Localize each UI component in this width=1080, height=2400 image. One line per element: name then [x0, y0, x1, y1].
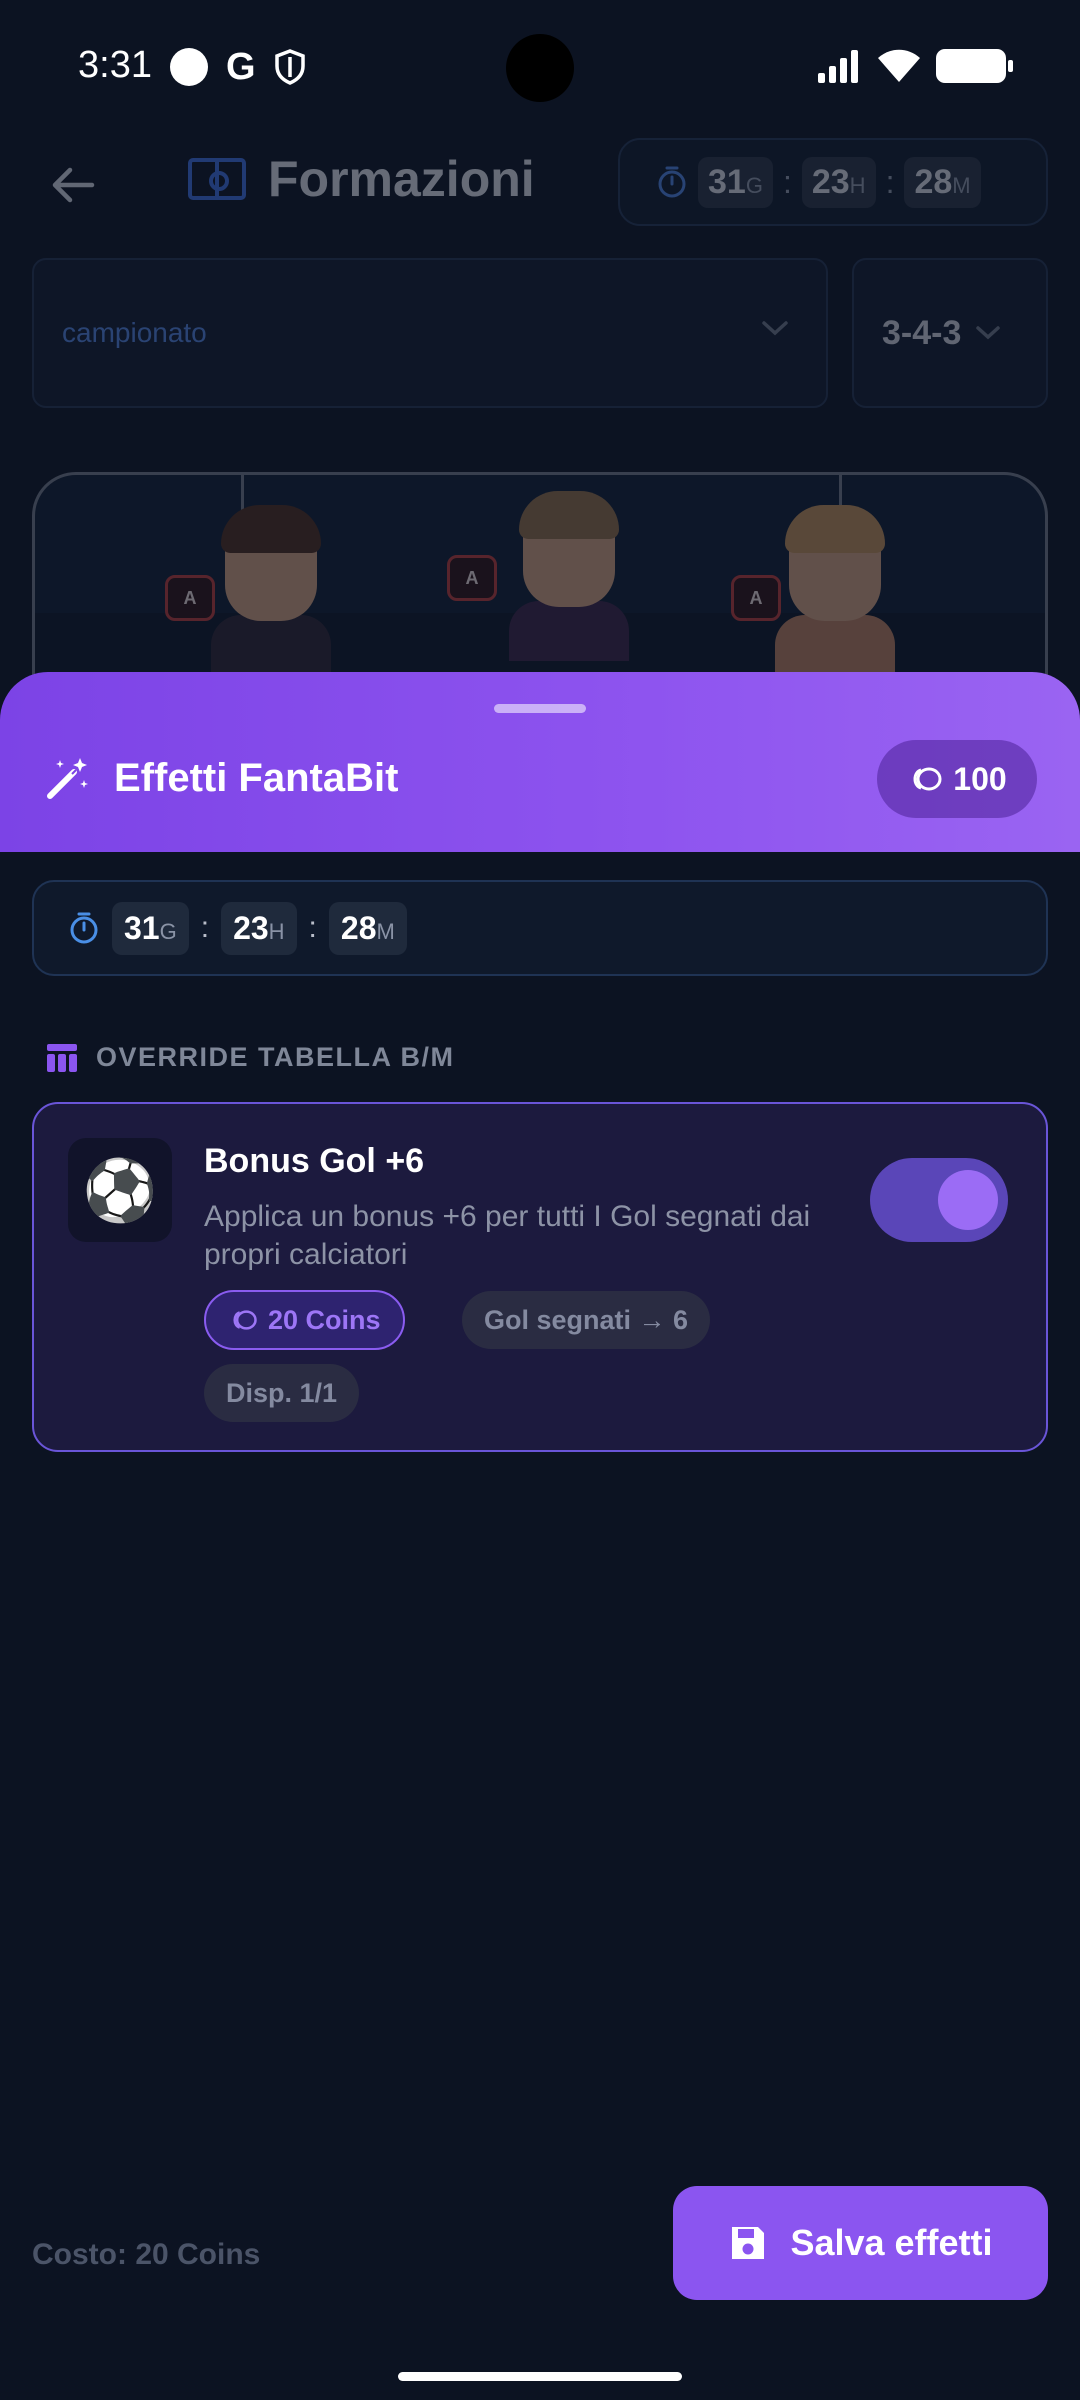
- signal-icon: [818, 50, 858, 83]
- wifi-icon: [878, 49, 920, 82]
- player-card[interactable]: [211, 505, 331, 675]
- league-select[interactable]: campionato: [32, 258, 828, 408]
- soccer-ball-icon: ⚽: [68, 1138, 172, 1242]
- save-effects-label: Salva effetti: [790, 2222, 993, 2263]
- home-indicator[interactable]: [398, 2372, 682, 2381]
- formation-select-value: 3-4-3: [882, 313, 962, 352]
- status-time: 3:31: [78, 44, 152, 86]
- coins-icon: [233, 1310, 257, 1330]
- camera-cutout: [506, 34, 574, 102]
- effect-title: Bonus Gol +6: [204, 1142, 425, 1180]
- table-icon: [47, 1043, 77, 1072]
- toggle-knob: [938, 1170, 998, 1230]
- coin-balance-value: 100: [953, 760, 1007, 797]
- shield-icon: [274, 49, 305, 85]
- chevron-down-icon: [976, 326, 1001, 340]
- deadline-countdown: 31G : 23H : 28M: [618, 138, 1048, 226]
- effect-description: Applica un bonus +6 per tutti I Gol segn…: [204, 1200, 811, 1271]
- coins-icon: [913, 767, 942, 791]
- page-title: Formazioni: [268, 151, 535, 207]
- back-arrow-icon[interactable]: [48, 160, 98, 210]
- formation-select[interactable]: 3-4-3: [852, 258, 1048, 408]
- status-bar: 3:31 G: [0, 0, 1080, 130]
- timer-icon: [658, 166, 686, 198]
- effects-bottom-sheet: Effetti FantaBit 100 31G : 23H : 28M OVE…: [0, 672, 1080, 2400]
- effect-toggle[interactable]: [870, 1158, 1008, 1242]
- coin-balance: 100: [877, 740, 1037, 818]
- soccer-field-icon: [188, 158, 246, 200]
- formazioni-screen: Formazioni 31G : 23H : 28M campionato 3-…: [0, 130, 1080, 732]
- total-cost: Costo: 20 Coins: [32, 2238, 261, 2271]
- role-badge: A: [447, 555, 497, 601]
- magic-wand-icon: [47, 758, 88, 799]
- rule-chip: Gol segnati → 6: [462, 1291, 711, 1349]
- timer-icon: [70, 912, 98, 944]
- google-icon: G: [226, 46, 256, 88]
- save-icon: [732, 2227, 765, 2259]
- player-card[interactable]: [775, 505, 895, 675]
- sheet-title: Effetti FantaBit: [114, 755, 399, 800]
- role-badge: A: [731, 575, 781, 621]
- price-chip: 20 Coins: [204, 1290, 405, 1350]
- drag-handle[interactable]: [494, 704, 586, 713]
- sheet-header: Effetti FantaBit 100: [0, 672, 1080, 852]
- battery-icon: [936, 49, 1013, 83]
- player-card[interactable]: [509, 491, 629, 661]
- availability-chip: Disp. 1/1: [204, 1364, 360, 1422]
- section-label: OVERRIDE TABELLA B/M: [96, 1042, 455, 1072]
- save-effects-button[interactable]: Salva effetti: [673, 2186, 1048, 2300]
- effect-card[interactable]: ⚽ Bonus Gol +6 Applica un bonus +6 per t…: [32, 1102, 1048, 1452]
- circle-icon: [170, 48, 208, 86]
- deadline-countdown: 31G : 23H : 28M: [32, 880, 1048, 976]
- role-badge: A: [165, 575, 215, 621]
- chevron-down-icon: [762, 321, 788, 336]
- league-select-value: campionato: [62, 317, 207, 348]
